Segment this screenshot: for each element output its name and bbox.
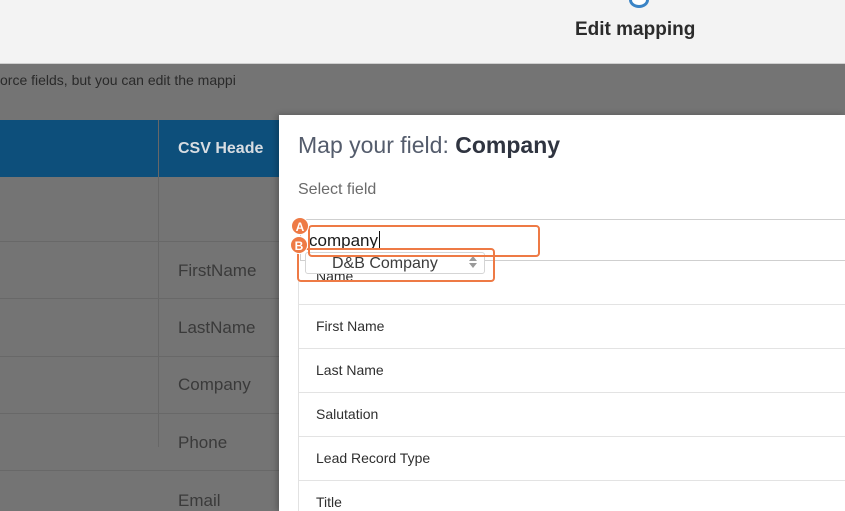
modal-title-field: Company xyxy=(455,132,561,158)
csv-header-cell: Company xyxy=(178,375,251,394)
option-label: Title xyxy=(316,494,342,510)
map-field-modal: Map your field: Company Select field com… xyxy=(279,115,845,511)
option-label: Last Name xyxy=(316,362,384,378)
field-option-list: Name First Name Last Name Salutation Lea… xyxy=(298,261,845,511)
list-item[interactable]: Title xyxy=(299,481,845,511)
list-item[interactable]: Last Name xyxy=(299,349,845,393)
table-row: Company xyxy=(0,356,300,414)
csv-header-cell: Email xyxy=(178,491,221,510)
step-indicator-icon xyxy=(629,0,649,8)
list-item[interactable]: First Name xyxy=(299,305,845,349)
csv-header-cell: LastName xyxy=(178,318,256,337)
intro-text: orce fields, but you can edit the mappi xyxy=(0,72,236,88)
csv-header-column-title: CSV Heade xyxy=(178,140,264,157)
wizard-header: Edit mapping xyxy=(0,0,845,64)
csv-header-cell: FirstName xyxy=(178,261,257,280)
modal-title-prefix: Map your field: xyxy=(298,132,456,158)
option-label: First Name xyxy=(316,318,385,334)
table-row: Phone xyxy=(0,413,300,471)
select-field-label: Select field xyxy=(298,181,377,198)
list-item[interactable]: Lead Record Type xyxy=(299,437,845,481)
table-row: LastName xyxy=(0,298,300,356)
table-row: Email xyxy=(0,470,300,511)
modal-title: Map your field: Company xyxy=(298,132,560,159)
annotation-badge-b: B xyxy=(290,236,308,254)
annotation-badge-a: A xyxy=(291,217,309,235)
csv-header-cell: Phone xyxy=(178,433,228,452)
list-item[interactable]: Salutation xyxy=(299,393,845,437)
option-label: Lead Record Type xyxy=(316,450,431,466)
option-label: Salutation xyxy=(316,406,379,422)
annotation-box-b xyxy=(297,248,495,282)
table-row: FirstName xyxy=(0,241,300,299)
step-label: Edit mapping xyxy=(575,19,696,40)
